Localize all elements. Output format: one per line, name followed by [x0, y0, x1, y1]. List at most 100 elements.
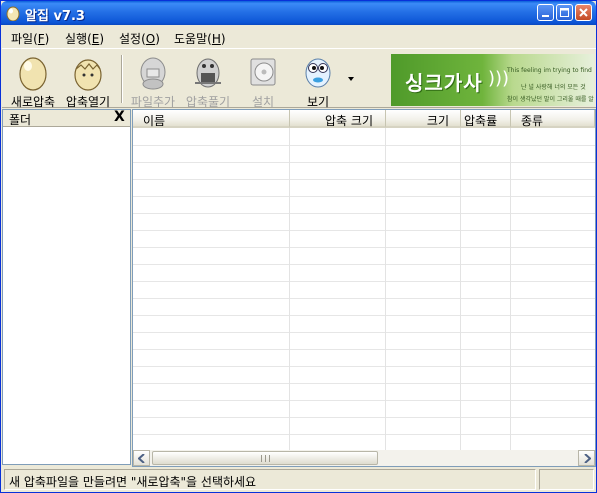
toolbar-separator [121, 55, 123, 103]
scroll-left-button[interactable] [133, 450, 150, 466]
sync-lyrics-banner[interactable]: 싱크가사 ))) This feeling im trying to find … [391, 54, 594, 106]
table-row [133, 129, 595, 146]
app-window: 알집 v7.3 파일(F) 실행(E) 설정(O) 도움말(H) 새로압축 압축… [0, 0, 597, 493]
folder-pane-title: 폴더 [9, 113, 32, 127]
menu-help-key: H [211, 32, 221, 46]
install-label: 설치 [251, 95, 275, 109]
status-message-panel: 새 압축파일을 만들려면 "새로압축"을 선택하세요 [4, 469, 536, 490]
column-name-label: 이름 [143, 114, 166, 128]
table-row [133, 367, 595, 384]
view-dropdown-arrow-icon[interactable] [348, 77, 354, 81]
menu-help-label: 도움말( [174, 32, 212, 46]
table-row [133, 180, 595, 197]
banner-lyric-3: 참이 생각났던 말이 그리울 때를 알아 [507, 96, 594, 103]
horizontal-scrollbar[interactable] [133, 450, 595, 466]
table-row [133, 350, 595, 367]
maximize-icon [560, 8, 569, 17]
table-row [133, 418, 595, 435]
table-row [133, 282, 595, 299]
status-message: 새 압축파일을 만들려면 "새로압축"을 선택하세요 [9, 475, 257, 489]
add-files-button[interactable]: 파일추가 [125, 51, 181, 109]
column-ratio-label: 압축률 [464, 114, 498, 128]
close-icon [579, 8, 588, 17]
table-row [133, 214, 595, 231]
maximize-button[interactable] [556, 4, 573, 21]
extract-icon [195, 58, 221, 88]
scroll-right-icon [584, 454, 591, 463]
table-row [133, 231, 595, 248]
banner-title: 싱크가사 [405, 71, 483, 95]
column-packed-size-label: 압축 크기 [325, 114, 373, 128]
menu-settings-label: 설정( [119, 32, 146, 46]
close-button[interactable] [575, 4, 592, 21]
open-egg-icon [74, 59, 102, 91]
scroll-right-button[interactable] [578, 450, 595, 466]
status-bar: 새 압축파일을 만들려면 "새로압축"을 선택하세요 [2, 467, 596, 492]
table-row [133, 197, 595, 214]
add-files-icon [140, 57, 166, 90]
folder-pane[interactable]: 폴더 X [2, 109, 131, 465]
new-archive-label: 새로압축 [10, 95, 56, 109]
menu-run-suffix: ) [99, 32, 105, 46]
menu-file-suffix: ) [44, 32, 50, 46]
column-type-header[interactable]: 종류 [511, 110, 595, 128]
folder-pane-close-button[interactable]: X [114, 109, 125, 125]
sound-wave-icon: ))) [488, 68, 510, 89]
table-row [133, 163, 595, 180]
open-archive-label: 압축열기 [65, 95, 111, 109]
scroll-left-icon [138, 454, 145, 463]
menu-run-label: 실행( [65, 32, 92, 46]
grid-divider [385, 128, 386, 450]
add-files-label: 파일추가 [130, 95, 176, 109]
title-bar[interactable]: 알집 v7.3 [1, 1, 596, 25]
extract-button[interactable]: 압축풀기 [180, 51, 236, 109]
menu-run[interactable]: 실행(E) [65, 30, 104, 47]
menu-help[interactable]: 도움말(H) [174, 30, 226, 47]
new-archive-button[interactable]: 새로압축 [5, 51, 61, 109]
view-mascot-icon [305, 58, 331, 88]
menu-settings-suffix: ) [155, 32, 160, 46]
install-button[interactable]: 설치 [235, 51, 291, 109]
status-side-panel [539, 469, 594, 490]
table-row [133, 401, 595, 418]
menu-file-key: F [37, 32, 45, 46]
menu-settings[interactable]: 설정(O) [119, 30, 160, 47]
scroll-thumb[interactable] [152, 451, 378, 465]
open-archive-button[interactable]: 압축열기 [60, 51, 116, 109]
toolbar: 새로압축 압축열기 파일추가 압축풀기 설치 보기 싱크가사))) This … [2, 48, 596, 109]
table-row [133, 146, 595, 163]
banner-lyric-2: 난 널 사랑해 너의 모든 것 [521, 84, 586, 91]
file-list[interactable]: 이름 압축 크기 크기 압축률 종류 [132, 109, 596, 467]
column-size-header[interactable]: 크기 [386, 110, 461, 128]
column-ratio-header[interactable]: 압축률 [461, 110, 511, 128]
grid-divider [510, 128, 511, 450]
column-packed-size-header[interactable]: 압축 크기 [290, 110, 386, 128]
table-row [133, 316, 595, 333]
window-title: 알집 v7.3 [25, 9, 85, 24]
view-label: 보기 [306, 95, 330, 109]
table-row [133, 384, 595, 401]
table-row [133, 265, 595, 282]
menu-settings-key: O [145, 32, 156, 46]
column-type-label: 종류 [521, 114, 544, 128]
minimize-icon [542, 15, 549, 17]
table-row [133, 248, 595, 265]
extract-label: 압축풀기 [185, 95, 231, 109]
table-row [133, 299, 595, 316]
new-egg-icon [19, 57, 47, 91]
folder-pane-header: 폴더 X [3, 109, 130, 127]
minimize-button[interactable] [537, 4, 554, 21]
grid-divider [289, 128, 290, 450]
scroll-thumb-grip-icon [261, 455, 270, 462]
menu-bar: 파일(F) 실행(E) 설정(O) 도움말(H) [2, 27, 596, 47]
menu-file-label: 파일( [11, 32, 38, 46]
banner-lyric-1: This feeling im trying to find [507, 67, 592, 74]
menu-file[interactable]: 파일(F) [11, 30, 49, 47]
alzip-egg-icon [6, 6, 20, 21]
view-button[interactable]: 보기 [290, 51, 346, 109]
column-name-header[interactable]: 이름 [133, 110, 290, 128]
install-disc-icon [250, 58, 276, 86]
grid-divider [460, 128, 461, 450]
menu-help-suffix: ) [220, 32, 226, 46]
column-size-label: 크기 [426, 114, 449, 128]
